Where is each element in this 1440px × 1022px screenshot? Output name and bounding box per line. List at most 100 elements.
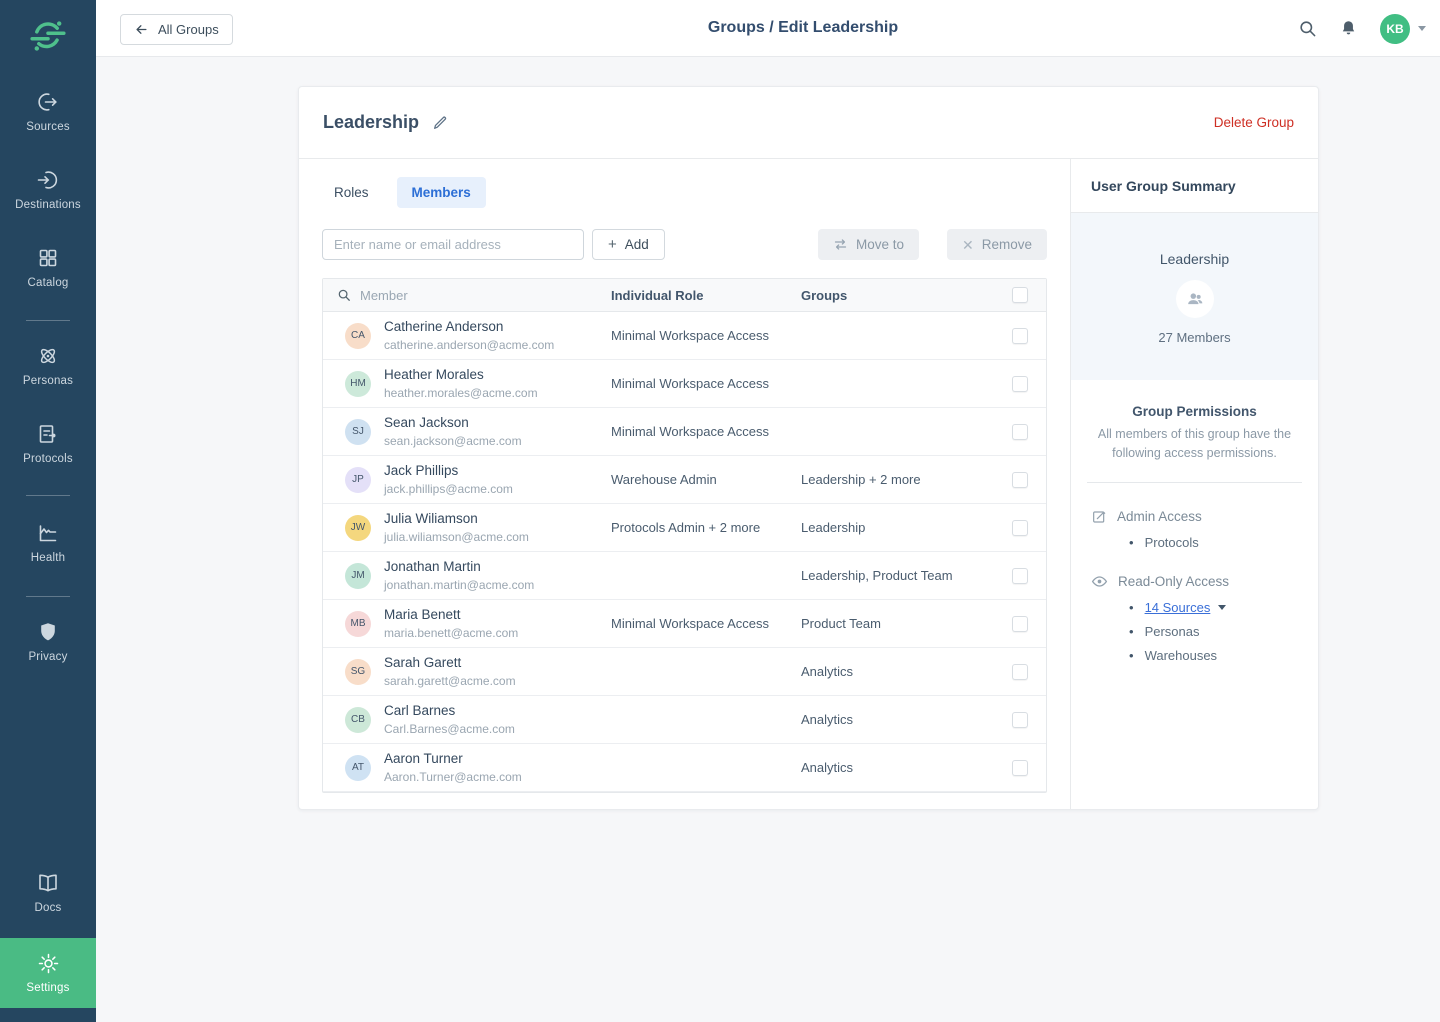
remove-button[interactable]: ✕ Remove (947, 229, 1047, 260)
row-checkbox[interactable] (1012, 376, 1028, 392)
member-row: SG Sarah Garett sarah.garett@acme.com An… (323, 648, 1046, 696)
groups-column-header: Groups (801, 288, 992, 303)
member-cell: SG Sarah Garett sarah.garett@acme.com (323, 654, 611, 688)
row-checkbox[interactable] (1012, 760, 1028, 776)
catalog-icon (36, 246, 60, 270)
member-avatar: JM (345, 563, 371, 589)
sidebar-item-docs[interactable]: Docs (0, 871, 96, 914)
notifications-bell-icon[interactable] (1339, 19, 1358, 38)
edit-pencil-icon[interactable] (432, 115, 448, 131)
admin-item-label: Protocols (1145, 535, 1199, 550)
bullet: • (1129, 600, 1134, 615)
member-row: HM Heather Morales heather.morales@acme.… (323, 360, 1046, 408)
sidebar-item-label: Settings (0, 982, 96, 994)
row-checkbox[interactable] (1012, 664, 1028, 680)
row-checkbox[interactable] (1012, 424, 1028, 440)
summary-box: Leadership 27 Members (1071, 213, 1318, 380)
row-checkbox[interactable] (1012, 520, 1028, 536)
search-icon (337, 288, 351, 302)
sources-count-link[interactable]: 14 Sources (1145, 600, 1211, 615)
user-group-summary-panel: User Group Summary Leadership 27 Members… (1070, 159, 1318, 809)
summary-group-name: Leadership (1071, 251, 1318, 267)
member-cell: CA Catherine Anderson catherine.anderson… (323, 318, 611, 352)
member-cell: SJ Sean Jackson sean.jackson@acme.com (323, 414, 611, 448)
chevron-down-icon[interactable] (1218, 605, 1226, 610)
member-cell: JP Jack Phillips jack.phillips@acme.com (323, 462, 611, 496)
row-checkbox[interactable] (1012, 568, 1028, 584)
permissions-title: Group Permissions (1071, 404, 1318, 419)
sidebar-item-health[interactable]: Health (0, 521, 96, 564)
move-to-button[interactable]: Move to (818, 229, 919, 260)
individual-role-column-header: Individual Role (611, 288, 801, 303)
select-all-checkbox[interactable] (1012, 287, 1028, 303)
members-panel: Roles Members + Add Move to ✕ (299, 159, 1070, 809)
member-email: sean.jackson@acme.com (384, 433, 522, 449)
member-column-header: Member (360, 288, 408, 303)
member-name: Sarah Garett (384, 654, 516, 672)
member-name: Sean Jackson (384, 414, 522, 432)
readonly-item-label: Warehouses (1145, 648, 1218, 663)
readonly-item-label: Personas (1145, 624, 1200, 639)
sidebar-item-protocols[interactable]: Protocols (0, 422, 96, 465)
member-email: sarah.garett@acme.com (384, 673, 516, 689)
group-permissions: Group Permissions All members of this gr… (1071, 380, 1318, 663)
member-groups: Analytics (801, 712, 992, 727)
sidebar-item-sources[interactable]: Sources (0, 90, 96, 133)
member-name: Julia Wiliamson (384, 510, 529, 528)
member-role: Minimal Workspace Access (611, 328, 801, 343)
group-name-title: Leadership (323, 112, 419, 133)
admin-access-item: • Protocols (1129, 535, 1318, 550)
sidebar-item-label: Catalog (0, 277, 96, 289)
sidebar-item-privacy[interactable]: Privacy (0, 620, 96, 663)
x-icon: ✕ (962, 238, 974, 252)
tab-members[interactable]: Members (397, 177, 486, 208)
personas-icon (36, 344, 60, 368)
add-member-input[interactable] (322, 229, 584, 260)
member-cell: CB Carl Barnes Carl.Barnes@acme.com (323, 702, 611, 736)
member-email: heather.morales@acme.com (384, 385, 538, 401)
member-cell: JM Jonathan Martin jonathan.martin@acme.… (323, 558, 611, 592)
user-menu[interactable]: KB (1380, 14, 1426, 44)
sidebar-item-label: Destinations (0, 199, 96, 211)
delete-group-button[interactable]: Delete Group (1214, 115, 1294, 130)
member-avatar: CB (345, 707, 371, 733)
admin-access-group: Admin Access • Protocols (1091, 509, 1318, 550)
member-avatar: JP (345, 467, 371, 493)
sidebar-item-personas[interactable]: Personas (0, 344, 96, 387)
move-to-label: Move to (856, 237, 904, 252)
member-role: Minimal Workspace Access (611, 616, 801, 631)
sidebar: Sources Destinations Catalog Personas Pr… (0, 0, 96, 1022)
health-icon (36, 521, 60, 545)
add-button[interactable]: + Add (592, 229, 665, 260)
row-checkbox[interactable] (1012, 472, 1028, 488)
member-groups: Analytics (801, 664, 992, 679)
docs-icon (36, 871, 60, 895)
members-toolbar: + Add Move to ✕ Remove (322, 229, 1047, 260)
member-avatar: JW (345, 515, 371, 541)
privacy-icon (36, 620, 60, 644)
segment-logo-icon[interactable] (29, 17, 67, 55)
row-checkbox[interactable] (1012, 328, 1028, 344)
tab-roles[interactable]: Roles (322, 177, 381, 208)
divider (1087, 482, 1302, 483)
page-title: Groups / Edit Leadership (166, 19, 1440, 37)
add-button-label: Add (625, 237, 649, 252)
sidebar-item-settings[interactable]: Settings (0, 938, 96, 1008)
members-table-header: Member Individual Role Groups (323, 279, 1046, 312)
sidebar-item-catalog[interactable]: Catalog (0, 246, 96, 289)
member-avatar: SJ (345, 419, 371, 445)
summary-title: User Group Summary (1071, 159, 1318, 213)
search-icon[interactable] (1298, 19, 1317, 38)
member-role: Protocols Admin + 2 more (611, 520, 801, 535)
sidebar-item-label: Sources (0, 121, 96, 133)
row-checkbox[interactable] (1012, 712, 1028, 728)
member-row: SJ Sean Jackson sean.jackson@acme.com Mi… (323, 408, 1046, 456)
readonly-access-group: Read-Only Access • 14 Sources • Personas (1091, 573, 1318, 663)
row-checkbox[interactable] (1012, 616, 1028, 632)
member-filter[interactable]: Member (323, 288, 611, 303)
sidebar-item-destinations[interactable]: Destinations (0, 168, 96, 211)
avatar[interactable]: KB (1380, 14, 1410, 44)
member-groups: Analytics (801, 760, 992, 775)
member-row: JW Julia Wiliamson julia.wiliamson@acme.… (323, 504, 1046, 552)
arrow-left-icon (134, 22, 149, 37)
